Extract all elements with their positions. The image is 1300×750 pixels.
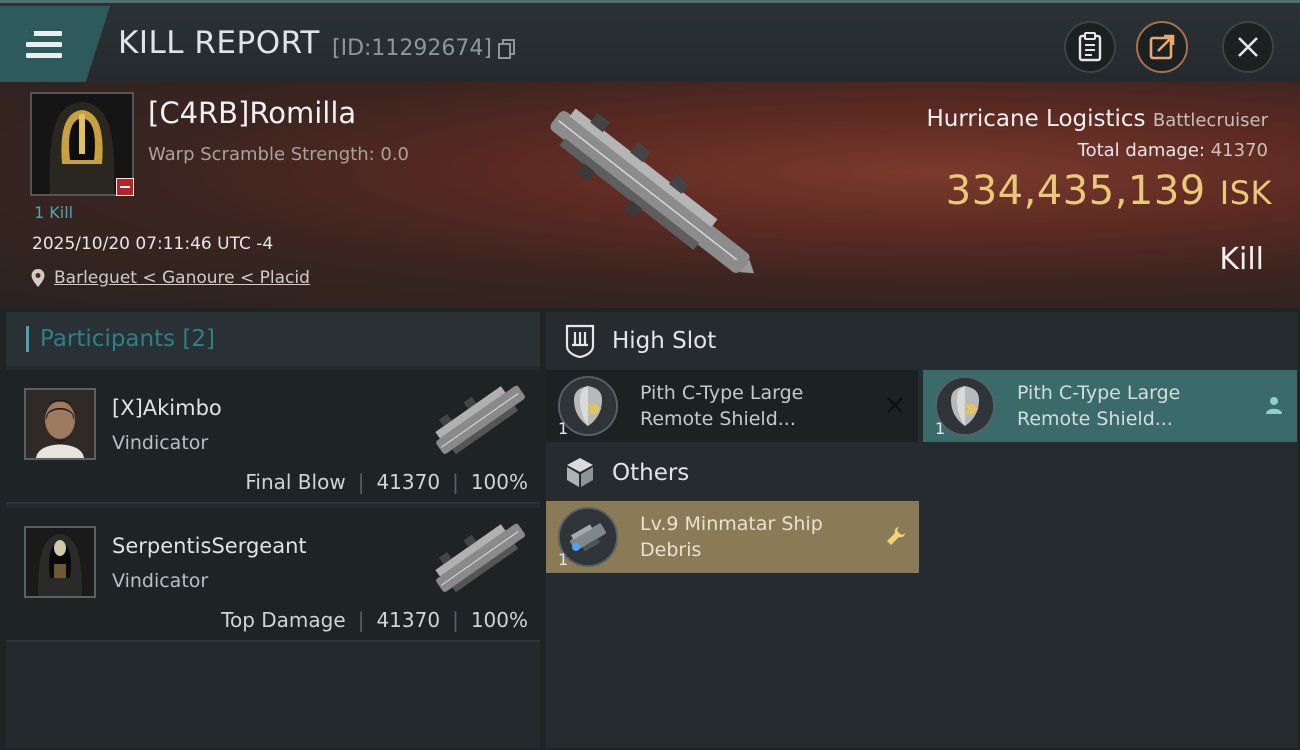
share-button[interactable] bbox=[1136, 21, 1188, 73]
isk-unit: ISK bbox=[1219, 174, 1272, 212]
participant-ship: Vindicator bbox=[112, 570, 209, 592]
kill-banner: 1 Kill [C4RB]Romilla Warp Scramble Stren… bbox=[0, 82, 1300, 308]
participant-percent: 100% bbox=[470, 608, 528, 632]
warp-scramble-strength: Warp Scramble Strength: 0.0 bbox=[148, 144, 410, 165]
participant-role: Top Damage bbox=[221, 608, 346, 632]
module-qty: 1 bbox=[935, 419, 946, 438]
isk-value: 334,435,139 ISK bbox=[946, 168, 1272, 214]
module-qty: 1 bbox=[558, 419, 569, 438]
hostile-badge bbox=[116, 178, 134, 196]
page-title: KILL REPORT bbox=[118, 25, 320, 61]
victim-name[interactable]: [C4RB]Romilla bbox=[148, 96, 356, 130]
clipboard-icon bbox=[1078, 32, 1102, 62]
high-slot-header: High Slot bbox=[546, 314, 1298, 370]
avatar bbox=[24, 526, 96, 598]
result-label: Kill bbox=[1219, 242, 1264, 277]
copy-icon[interactable] bbox=[498, 39, 516, 59]
participant-percent: 100% bbox=[470, 470, 528, 494]
module-name: Pith C-Type Large Remote Shield... bbox=[1017, 382, 1181, 430]
victim-ship-image bbox=[550, 108, 755, 274]
wrench-icon bbox=[887, 527, 905, 545]
ship-name: Hurricane Logistics Battlecruiser bbox=[927, 106, 1269, 132]
cube-icon bbox=[567, 458, 593, 487]
clipboard-button[interactable] bbox=[1064, 21, 1116, 73]
isk-amount: 334,435,139 bbox=[945, 168, 1206, 214]
module-name: Pith C-Type Large Remote Shield... bbox=[640, 382, 804, 430]
participant-damage: 41370 bbox=[376, 608, 441, 632]
total-damage: Total damage: 41370 bbox=[1078, 140, 1268, 161]
close-button[interactable] bbox=[1222, 21, 1274, 73]
total-damage-label: Total damage: bbox=[1077, 140, 1205, 161]
kill-datetime: 2025/10/20 07:11:46 UTC -4 bbox=[32, 234, 274, 254]
fitting-panel: High Slot 1 Pith C-Type Large Remote Shi… bbox=[546, 312, 1298, 748]
others-label: Others bbox=[612, 460, 690, 486]
module-item-dropped[interactable]: 1 Pith C-Type Large Remote Shield... bbox=[923, 370, 1297, 442]
module-item-salvage[interactable]: 1 Lv.9 Minmatar Ship Debris bbox=[546, 501, 919, 573]
total-damage-value: 41370 bbox=[1210, 140, 1268, 161]
participant-ship-image bbox=[435, 385, 525, 455]
participants-count: [2] bbox=[182, 326, 216, 352]
participants-header[interactable]: Participants [2] bbox=[6, 312, 540, 366]
participants-panel: Participants [2] [X]Akimbo Vindicator Fi… bbox=[6, 312, 540, 748]
location-pin-icon bbox=[31, 269, 45, 287]
kill-count: 1 Kill bbox=[34, 203, 74, 222]
report-id: [ID:11292674] bbox=[332, 36, 492, 61]
participant-name: [X]Akimbo bbox=[112, 396, 222, 420]
hamburger-icon bbox=[26, 31, 62, 61]
share-icon bbox=[1149, 34, 1175, 60]
participant-ship-image bbox=[435, 523, 525, 593]
participant-role: Final Blow bbox=[245, 470, 346, 494]
module-qty: 1 bbox=[558, 550, 569, 569]
close-icon bbox=[1238, 37, 1258, 57]
module-item-destroyed[interactable]: 1 Pith C-Type Large Remote Shield... bbox=[546, 370, 918, 442]
participant-name: SerpentisSergeant bbox=[112, 534, 307, 558]
high-slot-icon bbox=[565, 324, 595, 358]
participant-ship: Vindicator bbox=[112, 432, 209, 454]
participant-row[interactable]: [X]Akimbo Vindicator Final Blow | 41370 … bbox=[6, 370, 540, 504]
high-slot-label: High Slot bbox=[612, 328, 717, 354]
person-icon bbox=[1266, 397, 1282, 414]
menu-button[interactable] bbox=[0, 6, 110, 82]
others-header: Others bbox=[546, 446, 1298, 502]
avatar bbox=[24, 388, 96, 460]
ship-type-name: Hurricane Logistics bbox=[926, 106, 1146, 132]
participant-damage: 41370 bbox=[376, 470, 441, 494]
participant-stats: Final Blow | 41370 | 100% bbox=[245, 470, 528, 494]
participants-label: Participants bbox=[40, 326, 176, 352]
location-link[interactable]: Barleguet < Ganoure < Placid bbox=[54, 268, 310, 288]
participant-stats: Top Damage | 41370 | 100% bbox=[221, 608, 528, 632]
x-mark-icon bbox=[887, 397, 903, 413]
participant-row[interactable]: SerpentisSergeant Vindicator Top Damage … bbox=[6, 508, 540, 642]
top-bar: KILL REPORT [ID:11292674] bbox=[0, 0, 1300, 82]
module-name: Lv.9 Minmatar Ship Debris bbox=[640, 513, 823, 561]
ship-class: Battlecruiser bbox=[1152, 110, 1268, 131]
